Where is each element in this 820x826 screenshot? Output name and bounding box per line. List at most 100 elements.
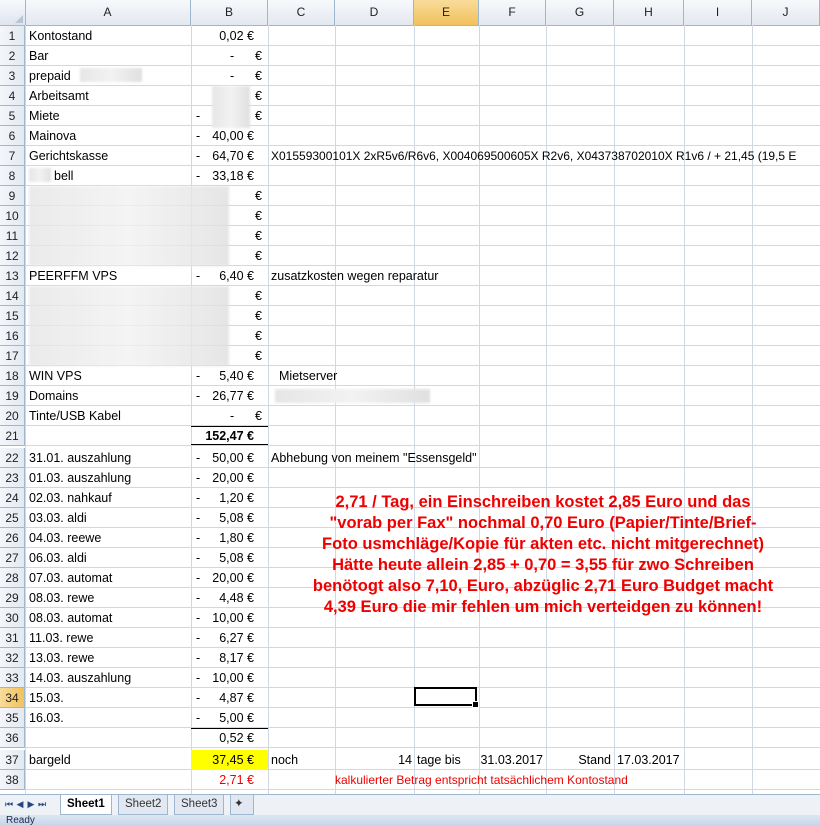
cell-a1[interactable]: Kontostand bbox=[29, 26, 92, 46]
cell-b4-currency[interactable]: € bbox=[255, 86, 262, 106]
cell-a27[interactable]: 06.03. aldi bbox=[29, 548, 87, 568]
row-header-32[interactable]: 32 bbox=[0, 648, 25, 668]
row-header-21[interactable]: 21 bbox=[0, 426, 25, 446]
cell-b29[interactable]: 4,48 € bbox=[190, 588, 254, 608]
cell-b11-currency[interactable]: € bbox=[255, 226, 262, 246]
row-header-3[interactable]: 3 bbox=[0, 66, 25, 86]
column-header-i[interactable]: I bbox=[684, 0, 752, 25]
cell-b2-dash[interactable]: - bbox=[230, 46, 234, 66]
row-header-27[interactable]: 27 bbox=[0, 548, 25, 568]
cell-b14-currency[interactable]: € bbox=[255, 286, 262, 306]
column-header-c[interactable]: C bbox=[268, 0, 335, 25]
row-header-26[interactable]: 26 bbox=[0, 528, 25, 548]
cell-a33[interactable]: 14.03. auszahlung bbox=[29, 668, 131, 688]
column-header-f[interactable]: F bbox=[479, 0, 546, 25]
cell-b15-currency[interactable]: € bbox=[255, 306, 262, 326]
cell-a30[interactable]: 08.03. automat bbox=[29, 608, 112, 628]
annotation-textbox[interactable]: 2,71 / Tag, ein Einschreiben kostet 2,85… bbox=[258, 492, 820, 618]
row-header-16[interactable]: 16 bbox=[0, 326, 25, 346]
column-header-e[interactable]: E bbox=[414, 0, 479, 25]
column-header-h[interactable]: H bbox=[614, 0, 684, 25]
cell-c7[interactable]: X01559300101X 2xR5v6/R6v6, X004069500605… bbox=[271, 146, 796, 166]
cell-e37[interactable]: tage bis bbox=[417, 750, 461, 770]
prev-sheet-icon[interactable]: ◀ bbox=[15, 798, 25, 810]
column-header-a[interactable]: A bbox=[25, 0, 191, 25]
row-header-33[interactable]: 33 bbox=[0, 668, 25, 688]
row-header-2[interactable]: 2 bbox=[0, 46, 25, 66]
row-header-17[interactable]: 17 bbox=[0, 346, 25, 366]
cell-b35[interactable]: 5,00 € bbox=[190, 708, 254, 728]
cell-b3-currency[interactable]: € bbox=[255, 66, 262, 86]
cell-a23[interactable]: 01.03. auszahlung bbox=[29, 468, 131, 488]
cell-b20-dash[interactable]: - bbox=[230, 406, 234, 426]
cell-b1[interactable]: 0,02 € bbox=[190, 26, 254, 46]
cell-a24[interactable]: 02.03. nahkauf bbox=[29, 488, 112, 508]
cell-a8[interactable]: bell bbox=[54, 166, 73, 186]
cell-b33[interactable]: 10,00 € bbox=[190, 668, 254, 688]
row-header-14[interactable]: 14 bbox=[0, 286, 25, 306]
row-header-12[interactable]: 12 bbox=[0, 246, 25, 266]
row-header-30[interactable]: 30 bbox=[0, 608, 25, 628]
row-header-31[interactable]: 31 bbox=[0, 628, 25, 648]
column-header-g[interactable]: G bbox=[546, 0, 614, 25]
cell-a32[interactable]: 13.03. rewe bbox=[29, 648, 94, 668]
row-header-36[interactable]: 36 bbox=[0, 728, 25, 748]
select-all-button[interactable] bbox=[0, 0, 26, 25]
cell-a26[interactable]: 04.03. reewe bbox=[29, 528, 101, 548]
cell-a13[interactable]: PEERFFM VPS bbox=[29, 266, 117, 286]
row-header-20[interactable]: 20 bbox=[0, 406, 25, 426]
row-header-35[interactable]: 35 bbox=[0, 708, 25, 728]
cell-b28[interactable]: 20,00 € bbox=[190, 568, 254, 588]
spreadsheet-grid[interactable]: A B C D E F G H I J 1 2 3 4 5 6 7 8 9 10 11 12 13 14 1… bbox=[0, 0, 820, 794]
cell-a22[interactable]: 31.01. auszahlung bbox=[29, 448, 131, 468]
cell-b5-dash[interactable]: - bbox=[196, 106, 200, 126]
row-header-37[interactable]: 37 bbox=[0, 750, 25, 770]
cell-h37[interactable]: 17.03.2017 bbox=[617, 750, 680, 770]
cell-b10-currency[interactable]: € bbox=[255, 206, 262, 226]
cell-b2-currency[interactable]: € bbox=[255, 46, 262, 66]
row-header-15[interactable]: 15 bbox=[0, 306, 25, 326]
next-sheet-icon[interactable]: ▶ bbox=[26, 798, 36, 810]
cell-b13[interactable]: 6,40 € bbox=[190, 266, 254, 286]
cell-b38[interactable]: 2,71 € bbox=[190, 770, 254, 790]
cell-c18[interactable]: Mietserver bbox=[279, 366, 337, 386]
row-header-7[interactable]: 7 bbox=[0, 146, 25, 166]
row-header-24[interactable]: 24 bbox=[0, 488, 25, 508]
cell-b9-currency[interactable]: € bbox=[255, 186, 262, 206]
cell-b3-dash[interactable]: - bbox=[230, 66, 234, 86]
cell-b26[interactable]: 1,80 € bbox=[190, 528, 254, 548]
row-header-9[interactable]: 9 bbox=[0, 186, 25, 206]
cell-a19[interactable]: Domains bbox=[29, 386, 78, 406]
cell-a6[interactable]: Mainova bbox=[29, 126, 76, 146]
cell-b23[interactable]: 20,00 € bbox=[190, 468, 254, 488]
row-header-18[interactable]: 18 bbox=[0, 366, 25, 386]
cell-b16-currency[interactable]: € bbox=[255, 326, 262, 346]
cell-a2[interactable]: Bar bbox=[29, 46, 48, 66]
cell-a20[interactable]: Tinte/USB Kabel bbox=[29, 406, 121, 426]
cell-f37[interactable]: 31.03.2017 bbox=[479, 750, 543, 770]
cell-a34[interactable]: 15.03. bbox=[29, 688, 64, 708]
cell-b22[interactable]: 50,00 € bbox=[190, 448, 254, 468]
cell-g37[interactable]: Stand bbox=[546, 750, 611, 770]
insert-sheet-icon[interactable]: ✦ bbox=[230, 795, 254, 815]
row-header-1[interactable]: 1 bbox=[0, 26, 25, 46]
cell-b6[interactable]: 40,00 € bbox=[190, 126, 254, 146]
cell-b12-currency[interactable]: € bbox=[255, 246, 262, 266]
cell-a29[interactable]: 08.03. rewe bbox=[29, 588, 94, 608]
cell-a3[interactable]: prepaid bbox=[29, 66, 71, 86]
cell-b37[interactable]: 37,45 € bbox=[190, 750, 254, 770]
row-header-38[interactable]: 38 bbox=[0, 770, 25, 790]
cell-a18[interactable]: WIN VPS bbox=[29, 366, 82, 386]
cell-b20-currency[interactable]: € bbox=[255, 406, 262, 426]
cell-c13[interactable]: zusatzkosten wegen reparatur bbox=[271, 266, 438, 286]
tab-sheet2[interactable]: Sheet2 bbox=[118, 795, 169, 815]
cell-c38[interactable]: kalkulierter Betrag entspricht tatsächli… bbox=[335, 770, 628, 790]
active-cell-e34[interactable] bbox=[414, 687, 479, 708]
row-header-4[interactable]: 4 bbox=[0, 86, 25, 106]
row-header-19[interactable]: 19 bbox=[0, 386, 25, 406]
cell-a7[interactable]: Gerichtskasse bbox=[29, 146, 108, 166]
cell-c37[interactable]: noch bbox=[271, 750, 298, 770]
cell-b36[interactable]: 0,52 € bbox=[190, 728, 254, 748]
cell-b8[interactable]: 33,18 € bbox=[190, 166, 254, 186]
cell-b19[interactable]: 26,77 € bbox=[190, 386, 254, 406]
